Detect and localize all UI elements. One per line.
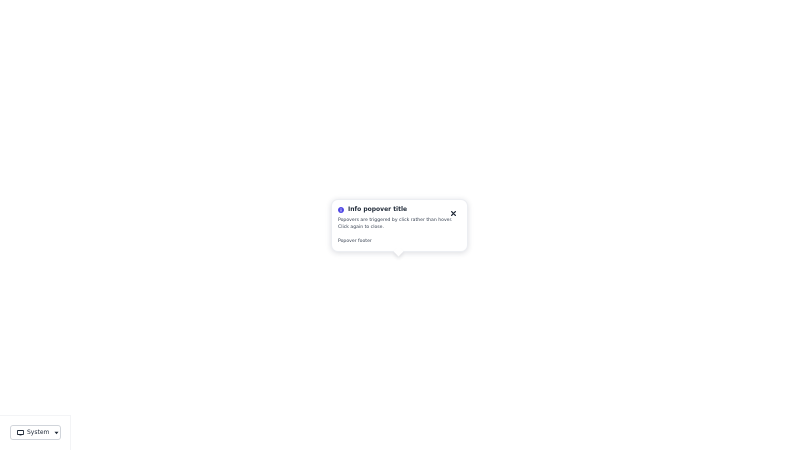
page: Info popover title Popovers are triggere… <box>0 0 800 450</box>
caret-down-icon <box>54 431 59 435</box>
popover-arrow <box>393 246 404 257</box>
popover-header: Info popover title <box>338 206 461 216</box>
info-icon <box>338 207 344 213</box>
monitor-icon <box>17 429 24 436</box>
theme-select[interactable]: System <box>10 425 61 440</box>
popover-title: Info popover title <box>348 206 408 213</box>
close-button[interactable] <box>449 206 457 216</box>
popover-footer: Popover footer <box>338 239 372 244</box>
theme-select-value: System <box>27 428 50 436</box>
info-popover: Info popover title Popovers are triggere… <box>331 199 468 257</box>
popover-body: Popovers are triggered by click rather t… <box>338 218 453 231</box>
